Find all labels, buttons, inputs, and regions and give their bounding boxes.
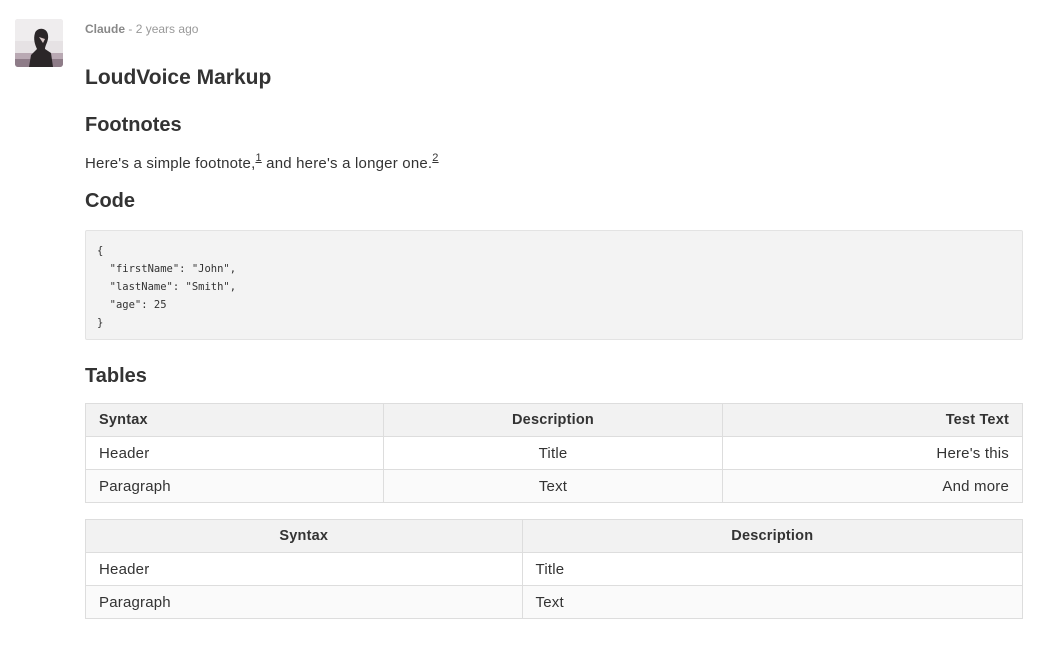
footnote-ref-2: 2 <box>432 152 438 164</box>
code-heading: Code <box>85 190 135 212</box>
tables-heading: Tables <box>85 365 147 387</box>
table-header-row: Syntax Description <box>85 519 1024 553</box>
comment-timestamp[interactable]: 2 years ago <box>136 22 199 36</box>
table-2: Syntax Description Header Title Paragrap… <box>85 519 1024 619</box>
table-header-cell: Syntax <box>85 403 384 437</box>
table-header-cell: Syntax <box>85 519 523 553</box>
footnote-ref-1: 1 <box>255 152 261 164</box>
table-cell: Header <box>85 436 384 470</box>
footnote-link-2[interactable]: 2 <box>432 152 438 164</box>
footnotes-heading: Footnotes <box>85 114 182 136</box>
comment-body: LoudVoice Markup Footnotes Here's a simp… <box>85 62 1024 619</box>
meta-separator: - <box>128 22 133 36</box>
footnotes-paragraph: Here's a simple footnote,1 and here's a … <box>85 153 1023 175</box>
table-row: Header Title <box>85 552 1024 586</box>
table-row: Paragraph Text And more <box>85 469 1023 503</box>
table-cell: And more <box>722 469 1023 503</box>
table-cell: Here's this <box>722 436 1023 470</box>
table-cell: Title <box>382 436 724 470</box>
post-title: LoudVoice Markup <box>85 66 272 89</box>
table-row: Paragraph Text <box>85 585 1024 619</box>
footnote-text-middle: and here's a longer one. <box>261 155 433 172</box>
table-header-cell: Description <box>382 403 724 437</box>
table-header-cell: Test Text <box>722 403 1023 437</box>
table-cell: Text <box>382 469 724 503</box>
comment-meta: Claude - 2 years ago <box>85 22 198 36</box>
table-header-cell: Description <box>521 519 1024 553</box>
avatar-image <box>15 19 63 67</box>
table-1: Syntax Description Test Text Header Titl… <box>85 403 1023 503</box>
table-cell: Title <box>521 552 1024 586</box>
footnote-text-before: Here's a simple footnote, <box>85 155 256 172</box>
author-name[interactable]: Claude <box>85 22 125 36</box>
table-row: Header Title Here's this <box>85 436 1023 470</box>
footnote-link-1[interactable]: 1 <box>255 152 261 164</box>
table-header-row: Syntax Description Test Text <box>85 403 1023 437</box>
avatar[interactable] <box>15 19 63 67</box>
table-cell: Text <box>521 585 1024 619</box>
table-cell: Paragraph <box>85 469 384 503</box>
table-cell: Paragraph <box>85 585 523 619</box>
code-block: { "firstName": "John", "lastName": "Smit… <box>85 230 1023 340</box>
table-cell: Header <box>85 552 523 586</box>
